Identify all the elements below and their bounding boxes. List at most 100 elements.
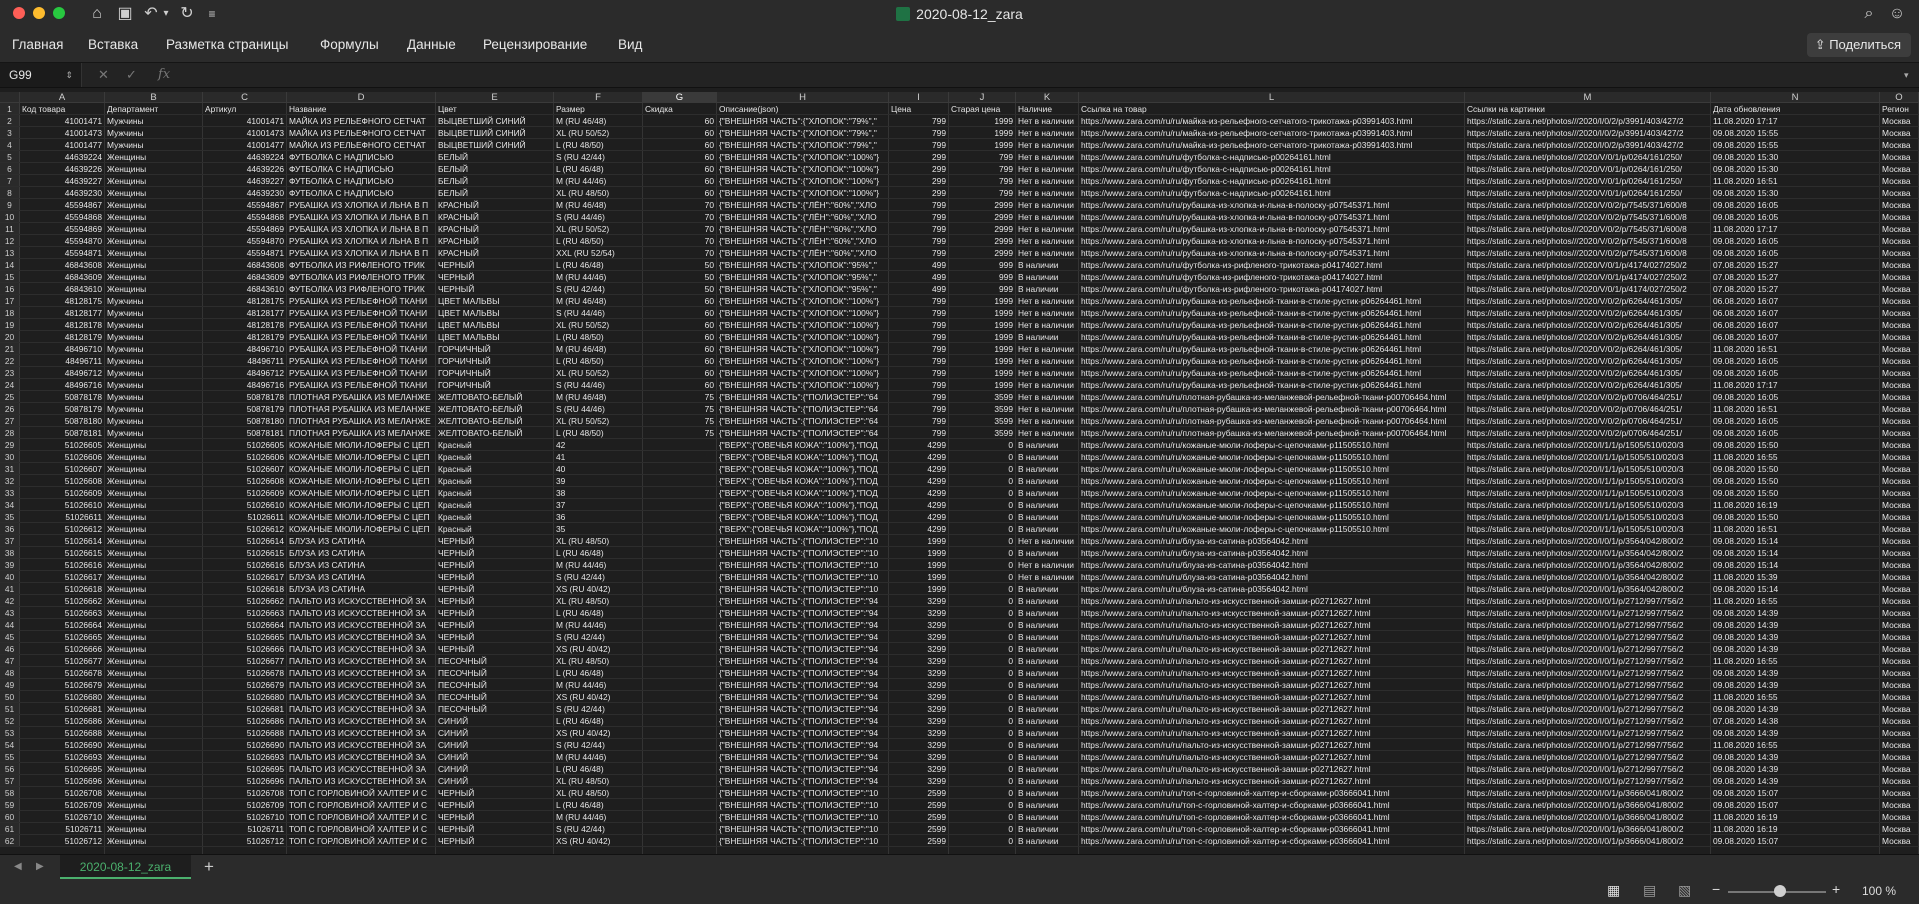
table-cell[interactable]: Москва [1880,739,1918,751]
table-cell[interactable]: {"ВНЕШНЯЯ ЧАСТЬ":{"ХЛОПОК":"95%"," [717,259,888,271]
table-cell[interactable]: ВЫЦВЕТШИЙ СИНИЙ [436,139,553,151]
table-cell[interactable]: 06.08.2020 16:07 [1711,331,1879,343]
table-cell[interactable]: 3299 [889,703,948,715]
table-cell[interactable]: https://static.zara.net/photos///2020/V/… [1465,343,1710,355]
table-cell[interactable]: ФУТБОЛКА ИЗ РИФЛЕНОГО ТРИК [287,259,435,271]
table-cell[interactable]: ПЛОТНАЯ РУБАШКА ИЗ МЕЛАНЖЕ [287,427,435,439]
table-cell[interactable]: 60 [643,151,716,163]
table-cell[interactable]: В наличии [1016,667,1078,679]
table-cell[interactable]: Женщины [105,751,202,763]
table-cell[interactable]: Москва [1880,235,1918,247]
table-cell[interactable]: В наличии [1016,835,1078,847]
table-cell[interactable]: Москва [1880,415,1918,427]
table-cell[interactable]: 51026710 [20,811,104,823]
table-cell[interactable]: 4299 [889,511,948,523]
table-cell[interactable]: 45594870 [20,235,104,247]
table-cell[interactable]: МАЙКА ИЗ РЕЛЬЕФНОГО СЕТЧАТ [287,139,435,151]
table-cell[interactable]: МАЙКА ИЗ РЕЛЬЕФНОГО СЕТЧАТ [287,115,435,127]
table-cell[interactable]: ПАЛЬТО ИЗ ИСКУССТВЕННОЙ ЗА [287,643,435,655]
table-cell[interactable]: Москва [1880,583,1918,595]
table-cell[interactable]: 60 [643,379,716,391]
table-cell[interactable]: 07.08.2020 14:38 [1711,715,1879,727]
table-cell[interactable]: https://www.zara.com/ru/ru/рубашка-из-хл… [1079,223,1464,235]
table-cell[interactable]: 51026662 [20,595,104,607]
table-cell[interactable]: https://www.zara.com/ru/ru/блуза-из-сати… [1079,583,1464,595]
table-cell[interactable]: Нет в наличии [1016,379,1078,391]
table-cell[interactable]: Женщины [105,619,202,631]
table-cell[interactable]: Москва [1880,223,1918,235]
table-cell[interactable]: В наличии [1016,475,1078,487]
table-cell[interactable]: 51026665 [203,631,286,643]
table-cell[interactable]: 11.08.2020 16:51 [1711,403,1879,415]
table-cell[interactable]: 799 [889,367,948,379]
table-cell[interactable]: {"ВЕРХ":{"ОВЕЧЬЯ КОЖА":"100%"},"ПОД [717,451,888,463]
table-cell[interactable]: M (RU 44/46) [554,271,642,283]
table-cell[interactable]: Мужчины [105,115,202,127]
table-cell[interactable]: 799 [889,379,948,391]
table-cell[interactable]: В наличии [1016,643,1078,655]
table-cell[interactable]: XXL (RU 52/54) [554,247,642,259]
table-cell[interactable]: ГОРЧИЧНЫЙ [436,343,553,355]
table-cell[interactable]: L (RU 48/50) [554,427,642,439]
table-cell[interactable]: БЕЛЫЙ [436,187,553,199]
table-cell[interactable]: 51026612 [203,523,286,535]
table-cell[interactable]: ЧЕРНЫЙ [436,283,553,295]
table-cell[interactable]: 799 [889,211,948,223]
table-cell[interactable]: Москва [1880,499,1918,511]
table-cell[interactable]: Нет в наличии [1016,391,1078,403]
table-cell[interactable]: 48496710 [20,343,104,355]
table-cell[interactable]: https://static.zara.net/photos///2020/I/… [1465,595,1710,607]
table-cell[interactable]: КРАСНЫЙ [436,211,553,223]
table-cell[interactable]: 09.08.2020 16:05 [1711,415,1879,427]
table-cell[interactable]: https://www.zara.com/ru/ru/пальто-из-иск… [1079,739,1464,751]
table-cell[interactable]: 48128178 [20,319,104,331]
table-cell[interactable]: 299 [889,175,948,187]
table-cell[interactable]: L (RU 46/48) [554,799,642,811]
column-header-j[interactable]: J [949,92,1016,103]
table-cell[interactable]: 41001473 [20,127,104,139]
table-cell[interactable]: ЧЕРНЫЙ [436,595,553,607]
table-cell[interactable]: ЦВЕТ МАЛЬВЫ [436,319,553,331]
table-cell[interactable]: Москва [1880,775,1918,787]
table-cell[interactable]: 60 [643,175,716,187]
table-cell[interactable]: ТОП С ГОРЛОВИНОЙ ХАЛТЕР И С [287,835,435,847]
table-cell[interactable] [643,535,716,547]
table-cell[interactable]: 51026614 [20,535,104,547]
table-cell[interactable]: https://www.zara.com/ru/ru/плотная-рубаш… [1079,403,1464,415]
table-cell[interactable]: https://www.zara.com/ru/ru/блуза-из-сати… [1079,547,1464,559]
table-cell[interactable]: https://static.zara.net/photos///2020/I/… [1465,607,1710,619]
table-cell[interactable]: 50878180 [20,415,104,427]
table-cell[interactable]: 09.08.2020 15:30 [1711,163,1879,175]
table-cell[interactable]: СИНИЙ [436,751,553,763]
table-cell[interactable]: 3299 [889,679,948,691]
table-cell[interactable]: {"ВНЕШНЯЯ ЧАСТЬ":{"ХЛОПОК":"100%"} [717,175,888,187]
table-cell[interactable]: 0 [949,535,1015,547]
table-cell[interactable]: XS (RU 40/42) [554,643,642,655]
table-cell[interactable]: 51026611 [20,511,104,523]
table-cell[interactable] [643,559,716,571]
table-cell[interactable]: 0 [949,463,1015,475]
table-cell[interactable]: Москва [1880,211,1918,223]
table-cell[interactable]: 50878179 [203,403,286,415]
table-cell[interactable]: 1999 [889,559,948,571]
table-cell[interactable]: РУБАШКА ИЗ РЕЛЬЕФНОЙ ТКАНИ [287,331,435,343]
select-all-corner[interactable] [0,92,20,103]
table-cell[interactable]: 51026608 [20,475,104,487]
table-cell[interactable]: https://static.zara.net/photos///2020/V/… [1465,235,1710,247]
table-cell[interactable]: https://www.zara.com/ru/ru/пальто-из-иск… [1079,619,1464,631]
table-cell[interactable]: 799 [889,415,948,427]
table-cell[interactable]: 51026708 [203,787,286,799]
table-cell[interactable]: {"ВНЕШНЯЯ ЧАСТЬ":{"ПОЛИЭСТЕР":"94 [717,667,888,679]
table-cell[interactable]: {"ВНЕШНЯЯ ЧАСТЬ":{"ПОЛИЭСТЕР":"94 [717,703,888,715]
table-cell[interactable]: БЛУЗА ИЗ САТИНА [287,535,435,547]
table-cell[interactable]: ТОП С ГОРЛОВИНОЙ ХАЛТЕР И С [287,799,435,811]
table-cell[interactable]: КОЖАНЫЕ МЮЛИ-ЛОФЕРЫ С ЦЕП [287,499,435,511]
table-cell[interactable]: КРАСНЫЙ [436,247,553,259]
table-cell[interactable]: Москва [1880,571,1918,583]
table-cell[interactable]: 51026679 [20,679,104,691]
table-cell[interactable]: 51026663 [20,607,104,619]
table-cell[interactable]: В наличии [1016,679,1078,691]
table-cell[interactable]: ЧЕРНЫЙ [436,811,553,823]
table-cell[interactable]: 09.08.2020 15:07 [1711,835,1879,847]
table-cell[interactable]: {"ВНЕШНЯЯ ЧАСТЬ":{"ПОЛИЭСТЕР":"94 [717,631,888,643]
